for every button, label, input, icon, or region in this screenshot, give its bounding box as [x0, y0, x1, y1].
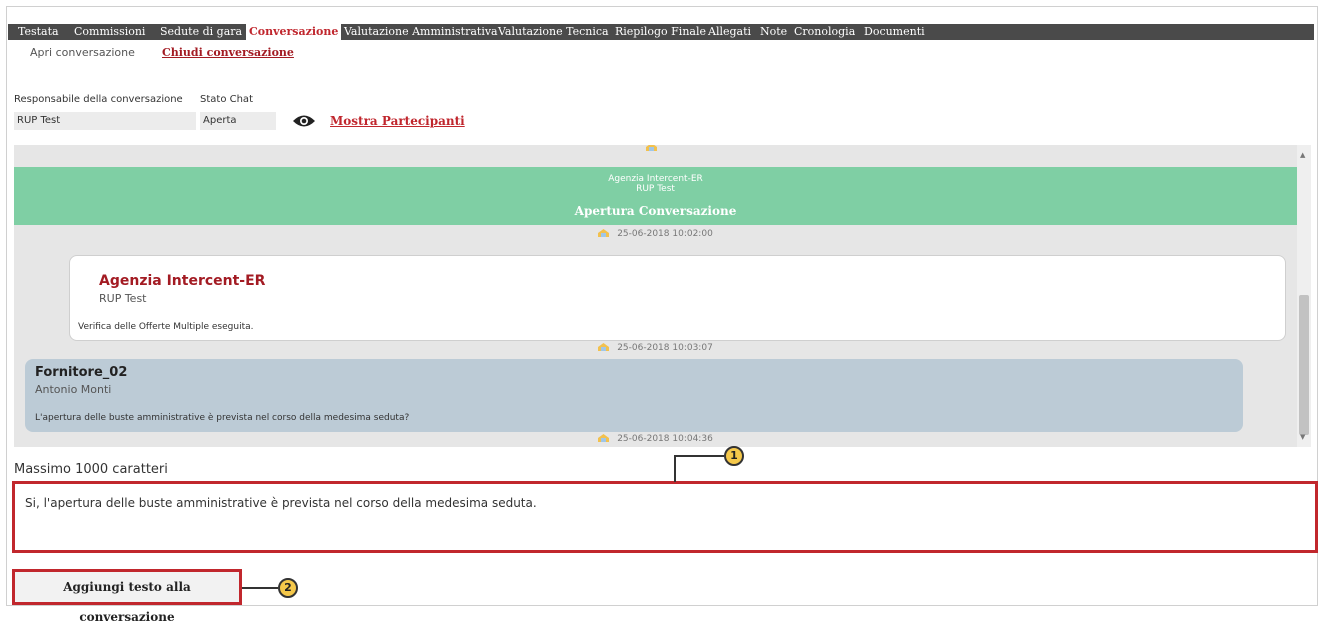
status-value: Aperta: [200, 112, 276, 130]
owner-value: RUP Test: [14, 112, 196, 130]
tab-documenti[interactable]: Documenti: [864, 24, 925, 40]
message-user: Antonio Monti: [35, 383, 112, 396]
tab-bar: Testata Commissioni Sedute di gara Conve…: [8, 24, 1314, 40]
tab-cronologia[interactable]: Cronologia: [794, 24, 855, 40]
message-icon: [598, 343, 610, 351]
owner-label: Responsabile della conversazione: [14, 94, 183, 105]
callout-2: 2: [278, 578, 298, 598]
tab-allegati[interactable]: Allegati: [708, 24, 751, 40]
chat-scrollbar[interactable]: ▲ ▼: [1297, 145, 1311, 447]
timestamp-text: 25-06-2018 10:03:07: [617, 343, 713, 353]
show-participants-link[interactable]: Mostra Partecipanti: [330, 114, 465, 128]
timestamp-text: 25-06-2018 10:02:00: [617, 229, 713, 239]
close-conversation-link[interactable]: Chiudi conversazione: [162, 46, 294, 59]
banner-title: Apertura Conversazione: [574, 204, 737, 218]
callout-line: [674, 455, 724, 457]
banner-user: RUP Test: [636, 184, 675, 194]
conversation-opening-banner: Agenzia Intercent-ER RUP Test Apertura C…: [14, 167, 1297, 225]
message-icon: [598, 434, 610, 442]
message-user: RUP Test: [99, 292, 147, 305]
message-text: L'apertura delle buste amministrative è …: [35, 413, 410, 423]
message-icon: [598, 229, 610, 237]
message-org: Agenzia Intercent-ER: [99, 273, 266, 289]
eye-icon[interactable]: [292, 113, 316, 132]
callout-line: [242, 587, 278, 589]
open-conversation-link[interactable]: Apri conversazione: [30, 46, 135, 59]
scroll-thumb[interactable]: [1299, 295, 1309, 435]
add-text-button[interactable]: Aggiungi testo alla conversazione: [12, 569, 242, 624]
tab-conversazione[interactable]: Conversazione: [246, 24, 342, 40]
tab-note[interactable]: Note: [760, 24, 787, 40]
tab-valutazione-tecnica[interactable]: Valutazione Tecnica: [498, 24, 609, 40]
timestamp: 25-06-2018 10:02:00: [14, 229, 1297, 239]
callout-1: 1: [724, 446, 744, 466]
timestamp: 25-06-2018 10:04:36: [14, 434, 1297, 444]
message-textarea[interactable]: Si, l'apertura delle buste amministrativ…: [12, 481, 1318, 553]
message-text: Verifica delle Offerte Multiple eseguita…: [78, 322, 254, 332]
banner-org: Agenzia Intercent-ER: [608, 174, 703, 184]
timestamp: 25-06-2018 10:03:07: [14, 343, 1297, 353]
message-bubble-supplier: Fornitore_02 Antonio Monti L'apertura de…: [25, 359, 1243, 432]
status-label: Stato Chat: [200, 94, 253, 105]
tab-riepilogo-finale[interactable]: Riepilogo Finale: [615, 24, 706, 40]
timestamp-text: 25-06-2018 10:04:36: [617, 434, 713, 444]
tab-commissioni[interactable]: Commissioni: [74, 24, 145, 40]
chat-history[interactable]: Agenzia Intercent-ER RUP Test Apertura C…: [14, 145, 1311, 447]
scroll-down-icon[interactable]: ▼: [1300, 433, 1305, 441]
tab-valutazione-amministrativa[interactable]: Valutazione Amministrativa: [344, 24, 498, 40]
tab-testata[interactable]: Testata: [18, 24, 59, 40]
tab-sedute-di-gara[interactable]: Sedute di gara: [160, 24, 242, 40]
message-bubble-agency: Agenzia Intercent-ER RUP Test Verifica d…: [69, 255, 1286, 341]
callout-line: [674, 455, 676, 482]
scroll-up-icon[interactable]: ▲: [1300, 151, 1305, 159]
partial-timestamp-icon: [14, 145, 1297, 153]
max-characters-label: Massimo 1000 caratteri: [14, 462, 168, 477]
message-org: Fornitore_02: [35, 365, 128, 380]
